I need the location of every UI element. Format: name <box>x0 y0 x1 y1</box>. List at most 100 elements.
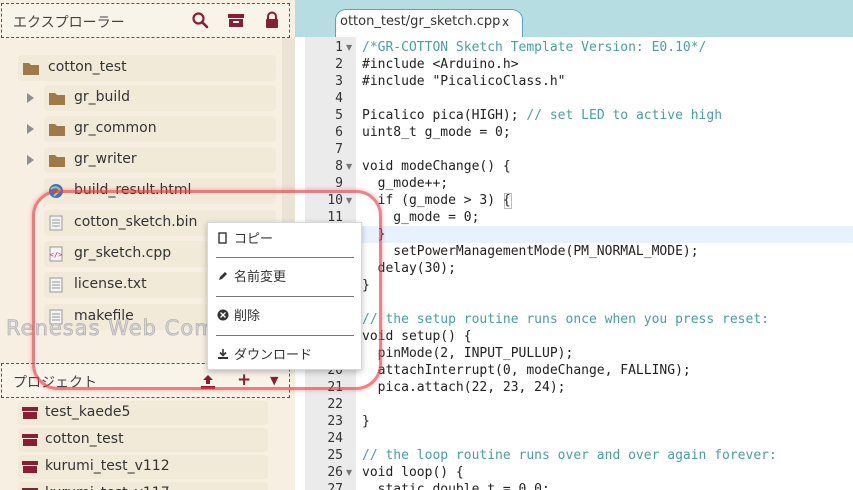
line-number: 26 <box>327 465 343 480</box>
code-text: #include <Arduino.h> <box>362 57 519 72</box>
lock-icon[interactable] <box>263 11 281 29</box>
tree-file-label: license.txt <box>74 276 147 292</box>
projects-title: プロジェクト <box>13 375 97 391</box>
expand-arrow-icon[interactable] <box>27 93 34 103</box>
current-line-highlight <box>356 226 853 243</box>
tree-folder-gr-build[interactable]: gr_build <box>44 85 276 111</box>
tree-root-folder[interactable]: cotton_test <box>18 55 276 81</box>
line-number: 23 <box>327 414 343 429</box>
tree-root-label: cotton_test <box>48 59 127 75</box>
copy-icon <box>218 232 227 244</box>
close-tab-button[interactable]: x <box>502 15 509 29</box>
tree-folder-gr-writer[interactable]: gr_writer <box>44 147 276 173</box>
folder-icon <box>23 63 39 75</box>
code-line: // the setup routine runs once when you … <box>362 311 769 328</box>
code-text: /*GR-COTTON Sketch Template Version: E0.… <box>362 40 707 55</box>
code-text: void modeChange() { <box>362 159 511 174</box>
project-label: test_kaede5 <box>45 404 131 420</box>
fold-arrow-icon[interactable]: ▼ <box>346 464 352 481</box>
code-comment: // the setup routine runs once when you … <box>362 312 769 327</box>
context-menu-label: 名前変更 <box>234 270 287 285</box>
context-menu-label: ダウンロード <box>234 348 313 363</box>
search-icon[interactable] <box>191 11 209 29</box>
code-text: Picalico pica(HIGH); <box>362 108 527 123</box>
code-text: } <box>362 278 370 293</box>
archive-icon <box>22 461 38 473</box>
code-line: } <box>362 226 386 243</box>
context-menu-download[interactable]: ダウンロード <box>208 339 361 369</box>
code-line: pinMode(2, INPUT_PULLUP); <box>362 345 574 362</box>
code-text: } <box>362 414 370 429</box>
project-item[interactable]: test_kaede5 <box>18 401 268 425</box>
code-file-icon: </> <box>49 246 63 262</box>
tree-file-build-result[interactable]: build_result.html <box>44 178 276 204</box>
fold-arrow-icon[interactable]: ▼ <box>346 39 352 56</box>
code-line: setPowerManagementMode(PM_NORMAL_MODE); <box>362 243 698 260</box>
context-menu-copy[interactable]: コピー <box>208 223 361 253</box>
delete-circle-icon <box>217 309 229 321</box>
plus-icon[interactable]: + <box>237 370 251 390</box>
caret-down-icon[interactable]: ▼ <box>270 374 278 387</box>
explorer-title: エクスプローラー <box>13 15 125 31</box>
code-line: void loop() { <box>362 464 464 481</box>
line-number: 21 <box>327 380 343 395</box>
editor-tab[interactable]: otton_test/gr_sketch.cpp x <box>335 9 523 37</box>
code-line: Picalico pica(HIGH); // set LED to activ… <box>362 107 722 124</box>
tree-file-label: gr_sketch.cpp <box>74 245 172 261</box>
code-line: if (g_mode > 3) { <box>362 192 511 209</box>
fold-arrow-icon[interactable]: ▼ <box>346 192 352 209</box>
folder-icon <box>49 124 65 136</box>
code-text: delay(30); <box>362 261 456 276</box>
folder-icon <box>49 93 65 105</box>
expand-arrow-icon[interactable] <box>27 124 34 134</box>
context-menu-label: 削除 <box>234 309 261 324</box>
upload-icon[interactable] <box>199 373 217 391</box>
line-number: 6 <box>335 125 343 140</box>
line-number: 22 <box>327 397 343 412</box>
line-number: 24 <box>327 431 343 446</box>
code-text: attachInterrupt(0, modeChange, FALLING); <box>362 363 691 378</box>
code-line: pica.attach(22, 23, 24); <box>362 379 566 396</box>
project-item[interactable]: cotton_test <box>18 428 268 452</box>
code-text: #include "PicalicoClass.h" <box>362 74 566 89</box>
fold-arrow-icon[interactable]: ▼ <box>346 158 352 175</box>
line-number: 27 <box>327 482 343 490</box>
code-text: pinMode(2, INPUT_PULLUP); <box>362 346 574 361</box>
line-number: 1 <box>335 40 343 55</box>
code-text: void loop() { <box>362 465 464 480</box>
menu-divider <box>216 296 354 297</box>
menu-divider <box>216 257 354 258</box>
project-item[interactable]: kurumi_test_v112 <box>18 455 268 479</box>
code-text: uint8_t g_mode = 0; <box>362 125 511 140</box>
editor-tab-bar: otton_test/gr_sketch.cpp x <box>295 0 853 37</box>
code-line: uint8_t g_mode = 0; <box>362 124 511 141</box>
code-text: g_mode = 0; <box>362 210 480 225</box>
code-line: /*GR-COTTON Sketch Template Version: E0.… <box>362 39 706 56</box>
line-number: 10 <box>327 193 343 208</box>
line-number: 3 <box>335 74 343 89</box>
tree-folder-gr-common[interactable]: gr_common <box>44 116 276 142</box>
code-text: } <box>362 227 386 242</box>
code-text: pica.attach(22, 23, 24); <box>362 380 566 395</box>
context-menu-delete[interactable]: 削除 <box>208 300 361 330</box>
pencil-icon <box>219 272 227 280</box>
text-file-icon <box>49 215 63 231</box>
code-line: void setup() { <box>362 328 472 345</box>
menu-divider <box>216 335 354 336</box>
project-label: kurumi_test_v117 <box>45 485 170 490</box>
archive-icon[interactable] <box>227 11 245 29</box>
tree-file-label: build_result.html <box>74 182 192 198</box>
code-text: g_mode++; <box>362 176 449 191</box>
context-menu-rename[interactable]: 名前変更 <box>208 261 361 291</box>
line-number: 25 <box>327 448 343 463</box>
tree-folder-label: gr_common <box>74 120 157 136</box>
project-item[interactable]: kurumi_test_v117 <box>18 482 268 490</box>
expand-arrow-icon[interactable] <box>27 155 34 165</box>
line-number: 8 <box>335 159 343 174</box>
text-file-icon <box>49 277 63 293</box>
code-line: attachInterrupt(0, modeChange, FALLING); <box>362 362 691 379</box>
renesas-watermark: Renesas Web Com <box>6 316 216 341</box>
code-comment: // the loop routine runs over and over a… <box>362 448 777 463</box>
tree-folder-label: gr_build <box>74 89 131 105</box>
explorer-header: エクスプローラー <box>1 3 290 38</box>
